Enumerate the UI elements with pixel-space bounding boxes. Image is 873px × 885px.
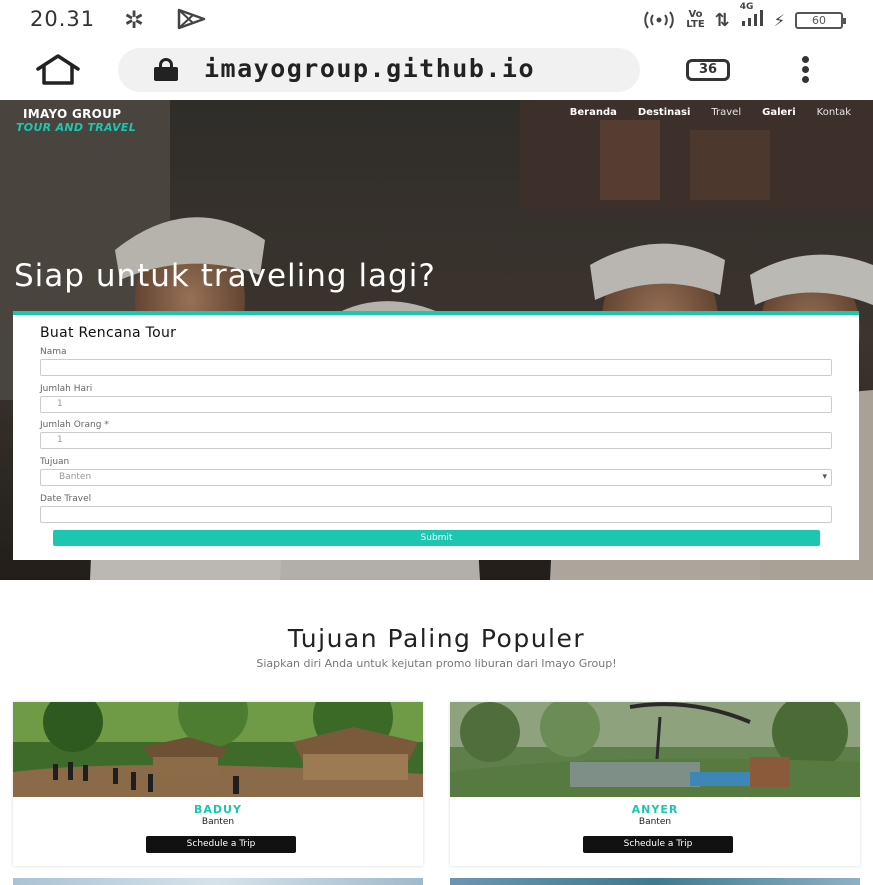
card-region: Banten — [638, 817, 672, 827]
volte-bottom: LTE — [686, 19, 705, 30]
next-card-peek — [450, 878, 860, 885]
people-input[interactable]: 1 — [40, 432, 832, 449]
volte-icon: Vo LTE — [686, 10, 704, 30]
main-nav: Beranda Destinasi Travel Galeri Kontak — [570, 107, 851, 118]
schedule-trip-button[interactable]: Schedule a Trip — [583, 836, 733, 853]
date-label: Date Travel — [40, 494, 92, 504]
destination-card-baduy: BADUY Banten Schedule a Trip — [13, 702, 423, 866]
brand-name[interactable]: IMAYO GROUP — [23, 107, 121, 121]
schedule-trip-button[interactable]: Schedule a Trip — [146, 836, 296, 853]
nav-item-kontak[interactable]: Kontak — [817, 107, 851, 118]
status-icons: Vo LTE ⇅ 4G ⚡ 60 — [642, 2, 846, 32]
battery-icon: 60 — [795, 11, 846, 29]
baduy-photo — [13, 702, 423, 797]
gear-icon: ✲ — [124, 6, 145, 34]
nav-item-travel[interactable]: Travel — [711, 107, 741, 118]
battery-level: 60 — [812, 13, 826, 27]
people-label: Jumlah Orang * — [40, 420, 109, 430]
card-title: ANYER — [631, 803, 679, 816]
destination-label: Tujuan — [40, 457, 70, 467]
anyer-photo — [450, 702, 860, 797]
play-store-icon — [177, 8, 206, 30]
name-label: Nama — [40, 347, 67, 357]
hero-section: IMAYO GROUP TOUR AND TRAVEL Beranda Dest… — [0, 100, 873, 580]
data-arrows-icon: ⇅ — [714, 9, 730, 31]
nav-item-galeri[interactable]: Galeri — [762, 107, 796, 118]
tour-plan-form: Buat Rencana Tour Nama Jumlah Hari 1 Jum… — [13, 311, 859, 560]
address-bar[interactable]: imayogroup.github.io — [118, 48, 640, 92]
hero-title: Siap untuk traveling lagi? — [14, 258, 436, 294]
days-input[interactable]: 1 — [40, 396, 832, 413]
destination-select[interactable]: Banten — [40, 469, 832, 486]
section-subtitle: Siapkan diri Anda untuk kejutan promo li… — [256, 657, 617, 670]
destination-value: Banten — [59, 472, 92, 482]
days-label: Jumlah Hari — [40, 384, 93, 394]
tab-switcher-button[interactable]: 36 — [686, 59, 730, 81]
status-bar: 20.31 ✲ Vo LTE ⇅ 4G ⚡ 60 — [0, 0, 873, 38]
network-type: 4G — [739, 2, 754, 12]
form-title: Buat Rencana Tour — [40, 325, 177, 341]
signal-icon: 4G — [740, 2, 764, 30]
browser-toolbar: imayogroup.github.io 36 — [0, 38, 873, 100]
destination-card-anyer: ANYER Banten Schedule a Trip — [450, 702, 860, 866]
brand-tagline: TOUR AND TRAVEL — [16, 121, 137, 134]
hotspot-icon — [644, 11, 675, 29]
date-input[interactable] — [40, 506, 832, 523]
no-charge-icon: ⚡ — [773, 10, 785, 30]
more-menu-icon[interactable] — [797, 56, 813, 84]
next-card-peek — [13, 878, 423, 885]
status-time: 20.31 — [30, 7, 96, 31]
nav-item-beranda[interactable]: Beranda — [570, 107, 617, 118]
submit-button[interactable]: Submit — [53, 530, 820, 546]
section-title: Tujuan Paling Populer — [287, 624, 586, 653]
card-title: BADUY — [194, 803, 242, 816]
lock-icon[interactable] — [154, 58, 178, 81]
card-region: Banten — [201, 817, 235, 827]
home-icon[interactable] — [34, 54, 82, 86]
name-input[interactable] — [40, 359, 832, 376]
nav-item-destinasi[interactable]: Destinasi — [638, 107, 691, 118]
url-text[interactable]: imayogroup.github.io — [204, 54, 535, 83]
